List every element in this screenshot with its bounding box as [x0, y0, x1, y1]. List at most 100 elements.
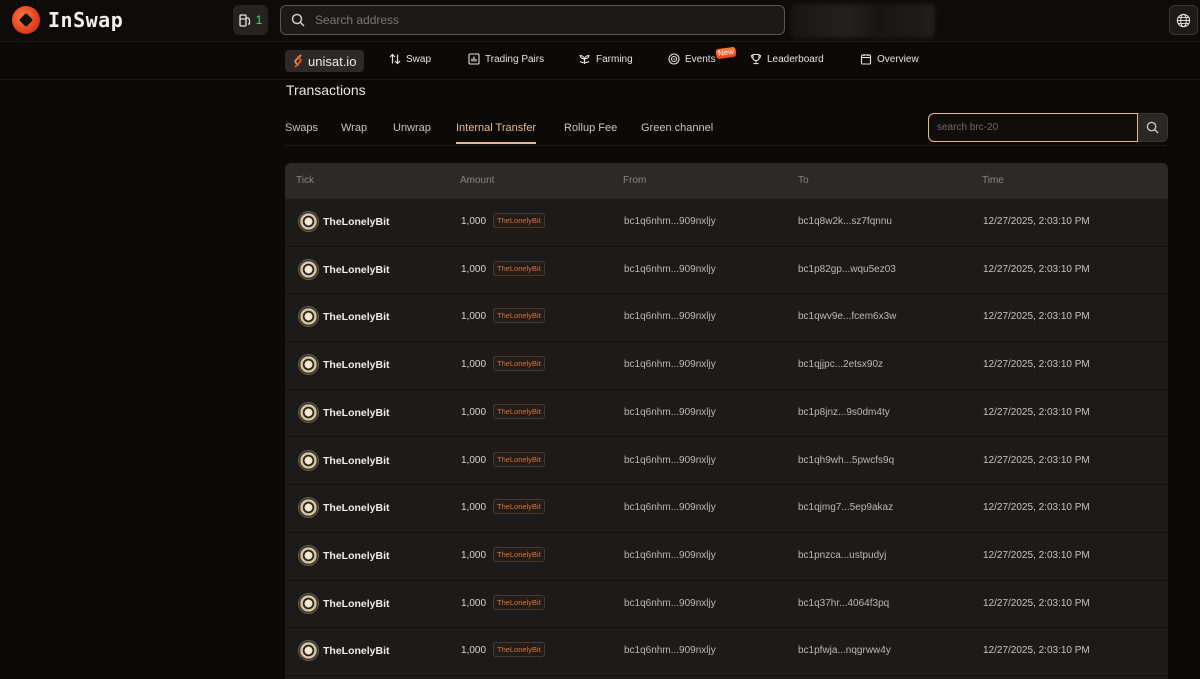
table-row[interactable]: TheLonelyBit 1,000 TheLonelyBit bc1q6nhm...… — [285, 438, 1168, 486]
table-row[interactable]: TheLonelyBit 1,000 TheLonelyBit bc1q6nhm...… — [285, 533, 1168, 581]
sprout-icon — [579, 54, 590, 64]
unisat-label: unisat.io — [308, 53, 357, 69]
to-address[interactable]: bc1q8w2k...sz7fqnnu — [798, 216, 892, 227]
nav-overview-label: Overview — [877, 53, 919, 65]
from-address[interactable]: bc1q6nhm...909nxljy — [624, 407, 716, 418]
table-row[interactable]: TheLonelyBit 1,000 TheLonelyBit bc1q6nhm...… — [285, 390, 1168, 438]
amount-value: 1,000 — [461, 311, 487, 323]
inswap-logo-icon — [12, 6, 40, 34]
from-address[interactable]: bc1q6nhm...909nxljy — [624, 455, 716, 466]
fuel-button[interactable]: 1 — [233, 5, 268, 35]
language-button[interactable] — [1169, 5, 1198, 35]
tick-token-icon — [299, 593, 318, 613]
tab-swaps[interactable]: Swaps — [285, 122, 318, 142]
tick-token-icon — [299, 450, 318, 470]
tick-name[interactable]: TheLonelyBit — [323, 216, 390, 228]
from-address[interactable]: bc1q6nhm...909nxljy — [624, 216, 716, 227]
amount-value: 1,000 — [461, 502, 487, 514]
main-nav: unisat.io Swap Trading Pairs Farming Eve… — [0, 43, 1200, 80]
to-address[interactable]: bc1p8jnz...9s0dm4ty — [798, 407, 890, 418]
tick-token-icon — [299, 212, 318, 231]
to-address[interactable]: bc1p82gp...wqu5ez03 — [798, 264, 896, 275]
tab-green-channel[interactable]: Green channel — [641, 122, 713, 142]
tick-name[interactable]: TheLonelyBit — [323, 502, 390, 514]
table-row[interactable]: TheLonelyBit 1,000 TheLonelyBit bc1q6nhm...… — [285, 199, 1168, 247]
unisat-logo-icon — [294, 54, 302, 68]
transaction-time: 12/27/2025, 2:03:10 PM — [983, 406, 1090, 418]
amount-value: 1,000 — [461, 645, 487, 657]
from-address[interactable]: bc1q6nhm...909nxljy — [624, 264, 716, 275]
from-address[interactable]: bc1q6nhm...909nxljy — [624, 550, 716, 561]
search-icon — [291, 13, 305, 27]
tick-search-input[interactable] — [928, 113, 1138, 142]
to-address[interactable]: bc1qjmg7...5ep9akaz — [798, 502, 893, 513]
from-address[interactable]: bc1q6nhm...909nxljy — [624, 598, 716, 609]
to-address[interactable]: bc1pnzca...ustpudyj — [798, 550, 886, 561]
from-address[interactable]: bc1q6nhm...909nxljy — [624, 502, 716, 513]
transaction-time: 12/27/2025, 2:03:10 PM — [983, 263, 1090, 275]
to-address[interactable]: bc1q37hr...4064f3pq — [798, 598, 889, 609]
transaction-time: 12/27/2025, 2:03:10 PM — [983, 311, 1090, 323]
amount-value: 1,000 — [461, 216, 487, 227]
page-title: Transactions — [286, 82, 366, 98]
transaction-time: 12/27/2025, 2:03:10 PM — [983, 502, 1090, 514]
tick-token-icon — [299, 402, 318, 422]
amount-value: 1,000 — [461, 406, 487, 418]
brand-logo[interactable]: InSwap — [12, 6, 123, 34]
tick-token-icon — [299, 498, 318, 518]
tick-token-icon — [299, 307, 318, 327]
table-row[interactable]: TheLonelyBit 1,000 TheLonelyBit bc1q6nhm...… — [285, 628, 1168, 676]
tick-name[interactable]: TheLonelyBit — [323, 311, 390, 323]
nav-farming[interactable]: Farming — [578, 53, 633, 65]
to-address[interactable]: bc1qjjpc...2etsx90z — [798, 359, 883, 370]
to-address[interactable]: bc1qh9wh...5pwcfs9q — [798, 455, 894, 466]
to-address[interactable]: bc1qwv9e...fcem6x3w — [798, 311, 896, 322]
from-address[interactable]: bc1q6nhm...909nxljy — [624, 359, 716, 370]
nav-swap[interactable]: Swap — [389, 53, 431, 65]
from-address[interactable]: bc1q6nhm...909nxljy — [624, 311, 716, 322]
amount-value: 1,000 — [461, 549, 487, 561]
globe-icon — [1176, 13, 1191, 27]
nav-events[interactable]: Events — [668, 53, 716, 65]
tab-wrap[interactable]: Wrap — [341, 122, 367, 142]
to-address[interactable]: bc1pfwja...nqgrww4y — [798, 645, 891, 656]
address-search[interactable] — [280, 5, 785, 35]
target-icon — [668, 53, 680, 65]
tick-tag-badge: TheLonelyBit — [493, 642, 545, 658]
tab-unwrap[interactable]: Unwrap — [393, 122, 431, 142]
tick-name[interactable]: TheLonelyBit — [323, 359, 390, 371]
tick-name[interactable]: TheLonelyBit — [323, 550, 390, 562]
tick-search-button[interactable] — [1138, 113, 1168, 142]
tick-name[interactable]: TheLonelyBit — [323, 407, 390, 419]
nav-leaderboard[interactable]: Leaderboard — [750, 53, 824, 65]
nav-trading-pairs[interactable]: Trading Pairs — [468, 53, 544, 65]
unisat-link[interactable]: unisat.io — [285, 50, 365, 72]
tick-token-icon — [299, 355, 318, 375]
table-row[interactable]: TheLonelyBit 1,000 TheLonelyBit bc1q6nhm...… — [285, 247, 1168, 295]
table-row[interactable]: TheLonelyBit 1,000 TheLonelyBit bc1q6nhm...… — [285, 485, 1168, 533]
table-row[interactable]: TheLonelyBit 1,000 TheLonelyBit bc1q6nhm...… — [285, 581, 1168, 629]
nav-overview[interactable]: Overview — [860, 53, 919, 65]
nav-swap-label: Swap — [406, 53, 432, 65]
tick-name[interactable]: TheLonelyBit — [323, 455, 390, 467]
transaction-time: 12/27/2025, 2:03:10 PM — [983, 359, 1090, 371]
tick-tag-badge: TheLonelyBit — [493, 260, 545, 276]
table-row[interactable]: TheLonelyBit 1,000 TheLonelyBit bc1q6nhm...… — [285, 294, 1168, 343]
nav-events-label: Events — [685, 53, 716, 65]
address-search-input[interactable] — [315, 13, 755, 27]
chart-icon — [468, 53, 480, 65]
tick-name[interactable]: TheLonelyBit — [323, 598, 390, 610]
tick-tag-badge: TheLonelyBit — [493, 403, 545, 419]
tick-name[interactable]: TheLonelyBit — [323, 645, 390, 657]
tab-internal-transfer[interactable]: Internal Transfer — [456, 122, 537, 144]
transaction-time: 12/27/2025, 2:03:10 PM — [983, 645, 1090, 657]
table-row[interactable]: TheLonelyBit 1,000 TheLonelyBit bc1q6nhm...… — [285, 342, 1168, 390]
blurred-wallet-area — [790, 4, 935, 38]
amount-value: 1,000 — [461, 454, 487, 466]
from-address[interactable]: bc1q6nhm...909nxljy — [624, 645, 716, 656]
tick-tag-badge: TheLonelyBit — [493, 451, 545, 467]
tab-rollup-fee[interactable]: Rollup Fee — [564, 122, 617, 142]
tick-name[interactable]: TheLonelyBit — [323, 264, 390, 276]
tick-search — [928, 113, 1168, 142]
trophy-icon — [750, 53, 762, 65]
